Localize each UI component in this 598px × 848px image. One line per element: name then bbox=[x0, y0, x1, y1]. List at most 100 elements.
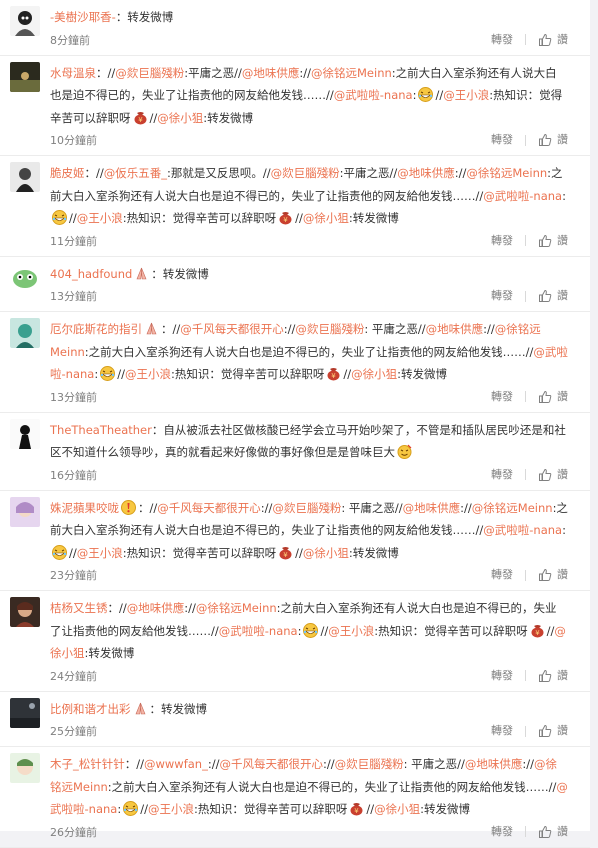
mention-link[interactable]: @徐铭远Meinn bbox=[472, 501, 553, 515]
like-button[interactable]: 讚 bbox=[538, 230, 568, 252]
mention-link[interactable]: @地味供應 bbox=[242, 66, 300, 80]
mention-link[interactable]: @王小浪 bbox=[77, 546, 123, 560]
avatar[interactable] bbox=[10, 6, 40, 36]
divider bbox=[525, 391, 526, 402]
mention-link[interactable]: @王小浪 bbox=[443, 88, 489, 102]
comment-text-segment: ：// bbox=[107, 601, 127, 615]
mention-link[interactable]: @欻巨腦殘粉 bbox=[271, 166, 340, 180]
forward-button[interactable]: 轉發 bbox=[491, 386, 513, 408]
avatar[interactable] bbox=[10, 262, 40, 293]
comment-text-segment: ：// bbox=[124, 757, 144, 771]
comment-text-segment: ：转发微博 bbox=[115, 10, 174, 24]
divider bbox=[525, 134, 526, 146]
mention-link[interactable]: @wwwfan_ bbox=[144, 757, 208, 771]
comment-username-link[interactable]: 姝泥蘋果咬咙 bbox=[50, 501, 119, 515]
avatar[interactable] bbox=[10, 61, 40, 92]
comment-text-segment: : bbox=[117, 802, 122, 816]
avatar[interactable] bbox=[10, 318, 40, 348]
avatar[interactable] bbox=[10, 418, 40, 449]
forward-button[interactable]: 轉發 bbox=[491, 564, 513, 586]
mention-link[interactable]: @千风每天都很开心 bbox=[180, 322, 284, 336]
like-button[interactable]: 讚 bbox=[538, 464, 568, 486]
mention-link[interactable]: @徐小狙 bbox=[157, 111, 203, 125]
forward-button[interactable]: 轉發 bbox=[491, 720, 513, 742]
pray-emoji bbox=[133, 266, 150, 281]
mention-link[interactable]: @徐铭远Meinn bbox=[196, 601, 277, 615]
comment-username-link[interactable]: TheTheaTheather bbox=[50, 423, 152, 437]
avatar[interactable] bbox=[10, 597, 40, 627]
bang-emoji bbox=[120, 499, 137, 515]
comment-username-link[interactable]: 脆皮姬 bbox=[50, 166, 85, 180]
comment-actions: 轉發 讚 bbox=[491, 285, 568, 307]
mention-link[interactable]: @仮乐五番_ bbox=[104, 166, 167, 180]
forward-button[interactable]: 轉發 bbox=[491, 665, 513, 687]
forward-button[interactable]: 轉發 bbox=[491, 464, 513, 486]
mention-link[interactable]: @王小浪 bbox=[125, 367, 171, 381]
like-button[interactable]: 讚 bbox=[538, 821, 568, 843]
comment-actions: 轉發 讚 bbox=[491, 665, 568, 687]
mention-link[interactable]: @千风每天都很开心 bbox=[157, 501, 261, 515]
mention-link[interactable]: @地味供應 bbox=[397, 166, 455, 180]
avatar[interactable] bbox=[10, 697, 40, 728]
comment-meta: 8分鐘前 轉發 讚 bbox=[50, 29, 568, 51]
comment-meta: 13分鐘前 轉發 讚 bbox=[50, 386, 568, 408]
like-button[interactable]: 讚 bbox=[538, 665, 568, 687]
like-button[interactable]: 讚 bbox=[538, 720, 568, 742]
comment-timestamp: 24分鐘前 bbox=[50, 669, 97, 683]
mention-link[interactable]: @徐小狙 bbox=[374, 802, 420, 816]
scrollbar-track[interactable] bbox=[590, 0, 598, 831]
comment-timestamp: 26分鐘前 bbox=[50, 825, 97, 839]
comment-actions: 轉發 讚 bbox=[491, 29, 568, 51]
like-button[interactable]: 讚 bbox=[538, 129, 568, 151]
mention-link[interactable]: @地味供應 bbox=[426, 322, 484, 336]
like-button[interactable]: 讚 bbox=[538, 386, 568, 408]
mention-link[interactable]: @徐铭远Meinn bbox=[466, 166, 547, 180]
comment-meta: 26分鐘前 轉發 讚 bbox=[50, 821, 568, 843]
like-button[interactable]: 讚 bbox=[538, 564, 568, 586]
like-button[interactable]: 讚 bbox=[538, 29, 568, 51]
avatar[interactable] bbox=[10, 496, 40, 527]
mention-link[interactable]: @地味供應 bbox=[403, 501, 461, 515]
mention-link[interactable]: @徐铭远Meinn bbox=[311, 66, 392, 80]
comment-text-segment: :// bbox=[483, 322, 495, 336]
mention-link[interactable]: @武啦啦-nana bbox=[483, 523, 562, 537]
mention-link[interactable]: @徐小狙 bbox=[303, 546, 349, 560]
mention-link[interactable]: @王小浪 bbox=[77, 211, 123, 225]
forward-button[interactable]: 轉發 bbox=[491, 285, 513, 307]
comment-username-link[interactable]: 木子_松针针针 bbox=[50, 757, 125, 771]
comment-username-link[interactable]: 404_hadfound bbox=[50, 267, 132, 281]
comment-username-link[interactable]: 比例和谐才出彩 bbox=[50, 702, 131, 716]
thumbs-up-icon bbox=[538, 133, 552, 147]
mention-link[interactable]: @武啦啦-nana bbox=[219, 624, 298, 638]
avatar[interactable] bbox=[10, 753, 40, 783]
forward-button[interactable]: 轉發 bbox=[491, 29, 513, 51]
mention-link[interactable]: @地味供應 bbox=[127, 601, 185, 615]
comment-text-segment: // bbox=[140, 802, 148, 816]
comment-username-link[interactable]: 厄尔庇斯花的指引 bbox=[50, 322, 142, 336]
comment-username-link[interactable]: 水母溫泉 bbox=[50, 66, 96, 80]
mention-link[interactable]: @徐小狙 bbox=[303, 211, 349, 225]
forward-button[interactable]: 轉發 bbox=[491, 129, 513, 151]
mention-link[interactable]: @千风每天都很开心 bbox=[219, 757, 323, 771]
mention-link[interactable]: @武啦啦-nana bbox=[483, 189, 562, 203]
mention-link[interactable]: @徐小狙 bbox=[351, 367, 397, 381]
comment-text-segment: :// bbox=[454, 166, 467, 180]
comment-actions: 轉發 讚 bbox=[491, 230, 568, 252]
comment-username-link[interactable]: -美樹沙耶香- bbox=[50, 10, 116, 24]
mention-link[interactable]: @欻巨腦殘粉 bbox=[272, 501, 341, 515]
comment-body: 脆皮姬：//@仮乐五番_:那就是又反思呗。//@欻巨腦殘粉:平庸之恶//@地味供… bbox=[50, 162, 568, 252]
like-button[interactable]: 讚 bbox=[538, 285, 568, 307]
mention-link[interactable]: @欻巨腦殘粉 bbox=[115, 66, 184, 80]
mention-link[interactable]: @王小浪 bbox=[328, 624, 374, 638]
mention-link[interactable]: @欻巨腦殘粉 bbox=[295, 322, 364, 336]
forward-button[interactable]: 轉發 bbox=[491, 821, 513, 843]
mention-link[interactable]: @欻巨腦殘粉 bbox=[335, 757, 404, 771]
avatar[interactable] bbox=[10, 162, 40, 192]
mention-link[interactable]: @地味供應 bbox=[465, 757, 523, 771]
like-label: 讚 bbox=[557, 32, 568, 46]
comment-username-link[interactable]: 桔杨又生锈 bbox=[50, 601, 108, 615]
comment-text-segment: : bbox=[562, 523, 566, 537]
forward-button[interactable]: 轉發 bbox=[491, 230, 513, 252]
mention-link[interactable]: @武啦啦-nana bbox=[334, 88, 413, 102]
mention-link[interactable]: @王小浪 bbox=[148, 802, 194, 816]
